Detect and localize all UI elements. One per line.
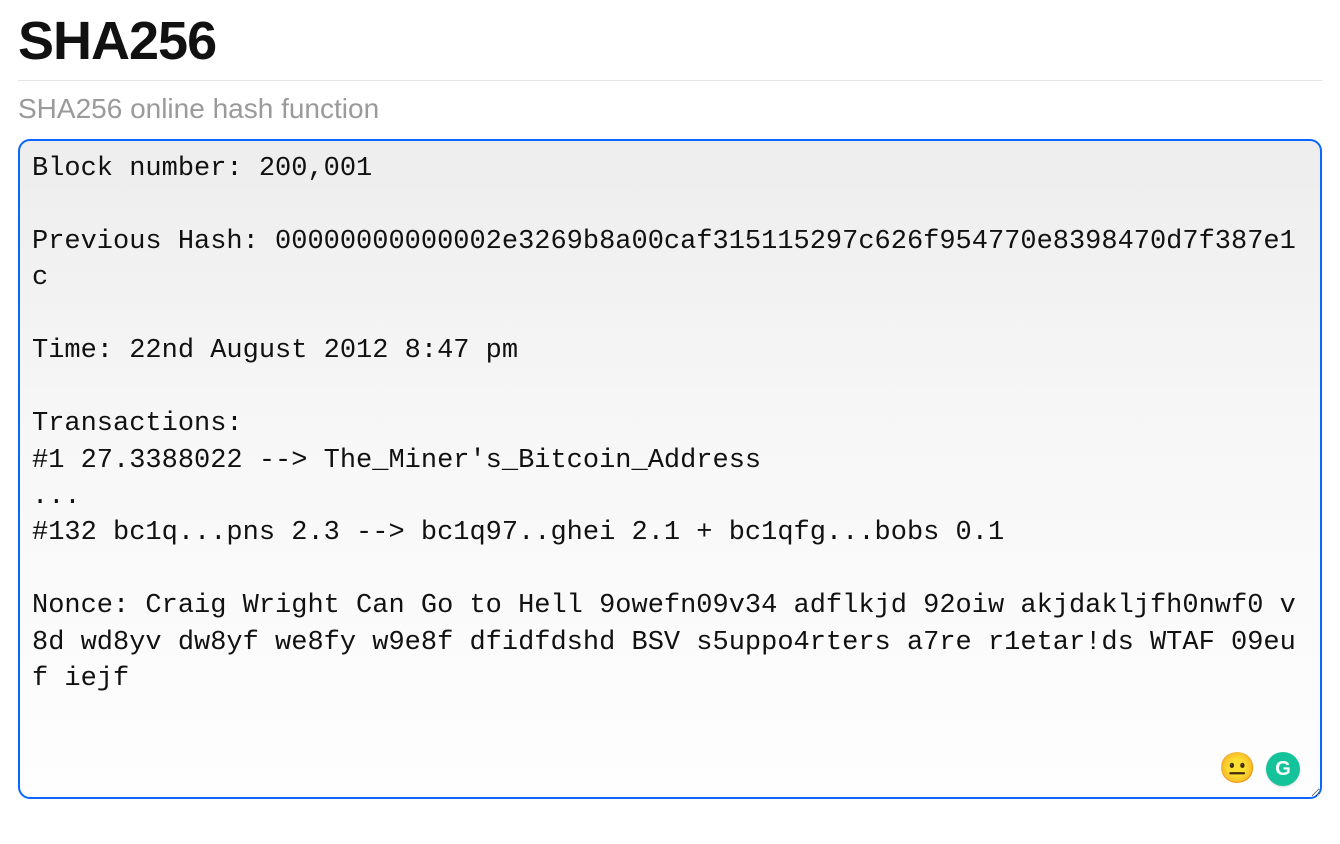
divider (18, 80, 1322, 81)
page-subtitle: SHA256 online hash function (18, 93, 1322, 125)
grammarly-icon[interactable]: G (1266, 752, 1300, 786)
overlay-icons: 😐 G (1219, 752, 1300, 786)
page-title: SHA256 (18, 10, 1322, 72)
textarea-wrapper: Block number: 200,001 Previous Hash: 000… (18, 139, 1322, 804)
page: SHA256 SHA256 online hash function Block… (0, 0, 1340, 822)
emoji-neutral-icon[interactable]: 😐 (1219, 754, 1256, 784)
hash-input[interactable]: Block number: 200,001 Previous Hash: 000… (18, 139, 1322, 799)
